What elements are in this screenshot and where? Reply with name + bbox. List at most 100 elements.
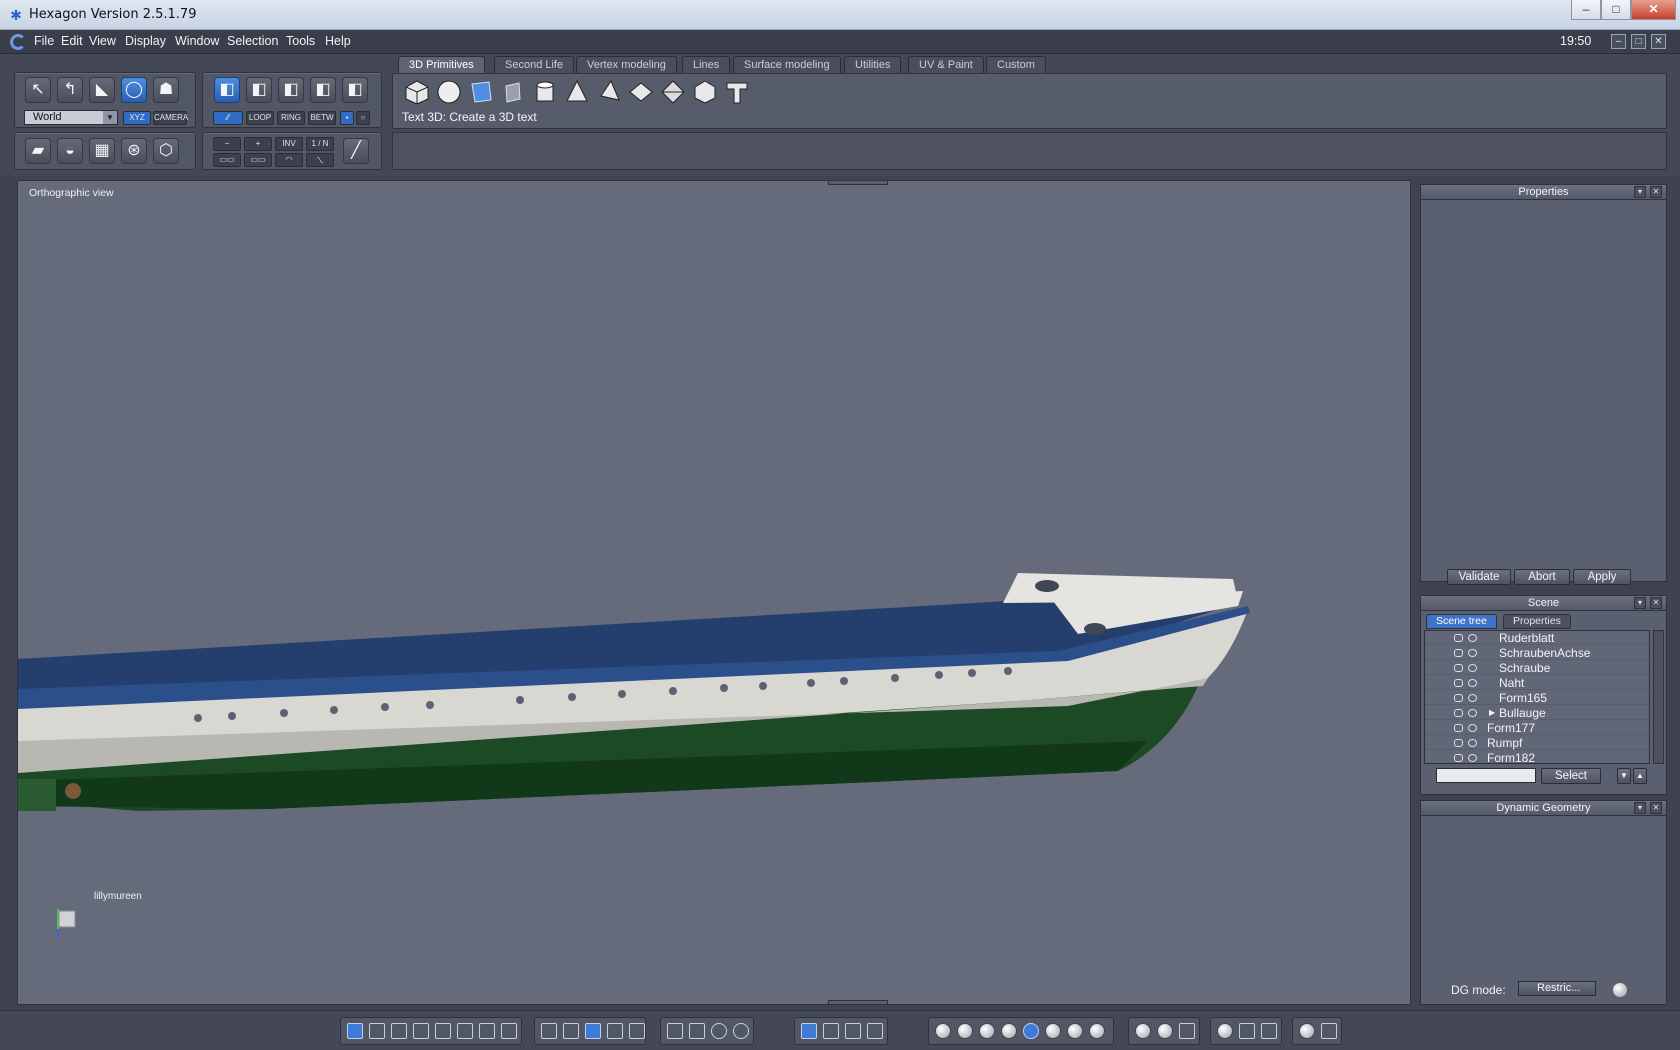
smooth-shading-tool[interactable]: ◒ <box>57 138 83 164</box>
layout-quad-icon[interactable] <box>369 1023 385 1039</box>
drop-view-icon[interactable] <box>867 1023 883 1039</box>
edit-panel-icon[interactable] <box>541 1023 557 1039</box>
mdi-minimize-button[interactable]: – <box>1611 34 1626 49</box>
tab-vertex-modeling[interactable]: Vertex modeling <box>576 56 677 73</box>
bottom-panel-handle[interactable] <box>828 1000 888 1004</box>
loop-button[interactable]: LOOP <box>246 111 274 125</box>
box-icon[interactable] <box>1239 1023 1255 1039</box>
move-view-icon[interactable] <box>845 1023 861 1039</box>
between-button[interactable]: BETW <box>308 111 336 125</box>
lock-icon[interactable] <box>1454 754 1463 762</box>
tab-custom[interactable]: Custom <box>986 56 1046 73</box>
tab-surface-modeling[interactable]: Surface modeling <box>733 56 841 73</box>
chevron-up-icon[interactable]: ▲ <box>1633 768 1647 784</box>
book-icon[interactable] <box>1261 1023 1277 1039</box>
rotate-view-icon[interactable] <box>823 1023 839 1039</box>
select-option-4-button[interactable]: ◝◟ <box>306 153 334 167</box>
hidden-line-sphere-icon[interactable] <box>957 1023 973 1039</box>
3d-viewport[interactable]: Orthographic view lillymureen <box>17 180 1411 1005</box>
menu-edit[interactable]: Edit <box>61 34 83 48</box>
select-tool[interactable]: ↖ <box>25 77 51 103</box>
maximize-button[interactable]: □ <box>1601 0 1631 20</box>
eye-icon[interactable] <box>1468 739 1477 747</box>
wireframe-sphere-icon[interactable] <box>935 1023 951 1039</box>
cone-primitive-icon[interactable] <box>563 78 591 106</box>
gizmo-tool[interactable]: ☗ <box>153 77 179 103</box>
dg-mode-dropdown[interactable]: Restric... <box>1518 981 1596 996</box>
ship-model[interactable] <box>18 181 1411 1005</box>
lock-icon[interactable] <box>1454 664 1463 672</box>
tree-row[interactable]: Schraube <box>1425 661 1649 675</box>
tree-row[interactable]: Form182 <box>1425 751 1649 763</box>
textured-sphere-icon[interactable] <box>1045 1023 1061 1039</box>
plane-primitive-icon[interactable] <box>467 78 495 106</box>
text-3d-primitive-icon[interactable] <box>723 78 751 106</box>
lit-sphere-icon[interactable] <box>1067 1023 1083 1039</box>
lights-icon[interactable] <box>1179 1023 1195 1039</box>
lock-icon[interactable] <box>1454 694 1463 702</box>
eye-icon[interactable] <box>1468 679 1477 687</box>
eye-icon[interactable] <box>1468 649 1477 657</box>
menu-tools[interactable]: Tools <box>286 34 315 48</box>
pan-icon[interactable] <box>689 1023 705 1039</box>
paint-panel-icon[interactable] <box>563 1023 579 1039</box>
flat-shade-sphere-icon[interactable] <box>979 1023 995 1039</box>
panel-menu-icon[interactable]: ▾ <box>1634 597 1646 609</box>
tree-row[interactable]: Rumpf <box>1425 736 1649 750</box>
lasso-select-tool[interactable]: ↰ <box>57 77 83 103</box>
abort-button[interactable]: Abort <box>1514 569 1570 585</box>
eye-icon[interactable] <box>1468 754 1477 762</box>
render-sphere-icon[interactable] <box>1089 1023 1105 1039</box>
tab-lines[interactable]: Lines <box>682 56 731 73</box>
environment-icon[interactable] <box>1217 1023 1233 1039</box>
layout-horizontal-icon[interactable] <box>479 1023 495 1039</box>
lock-icon[interactable] <box>1454 649 1463 657</box>
chevron-down-icon[interactable]: ▼ <box>1617 768 1631 784</box>
frame-all-icon[interactable] <box>667 1023 683 1039</box>
tab-uv-paint[interactable]: UV & Paint <box>908 56 984 73</box>
tree-row[interactable]: SchraubenAchse <box>1425 646 1649 660</box>
table-panel-icon[interactable] <box>607 1023 623 1039</box>
apply-button[interactable]: Apply <box>1573 569 1631 585</box>
tree-row[interactable]: Form165 <box>1425 691 1649 705</box>
invert-selection-button[interactable]: INV <box>275 137 303 151</box>
smooth-shade-sphere-icon[interactable] <box>1001 1023 1017 1039</box>
eye-icon[interactable] <box>1468 634 1477 642</box>
object-mode-button[interactable]: ◧ <box>214 77 240 103</box>
tab-second-life[interactable]: Second Life <box>494 56 575 73</box>
hexagon-logo-icon[interactable] <box>10 34 26 50</box>
minimize-button[interactable]: – <box>1571 0 1601 20</box>
mdi-restore-button[interactable]: □ <box>1631 34 1646 49</box>
tab-scene-properties[interactable]: Properties <box>1503 614 1571 629</box>
grid-plane-primitive-icon[interactable] <box>499 78 527 106</box>
tree-row[interactable]: ▶ Bullauge <box>1425 706 1649 720</box>
camera-snapshot-icon[interactable] <box>1321 1023 1337 1039</box>
render-preview-icon[interactable] <box>1299 1023 1315 1039</box>
lock-toggle[interactable]: ○ <box>356 111 370 125</box>
magnet-select-tool[interactable]: ◯ <box>121 77 147 103</box>
tree-row[interactable]: Form177 <box>1425 721 1649 735</box>
lock-icon[interactable] <box>1454 679 1463 687</box>
select-option-3-button[interactable]: ◜◝ <box>275 153 303 167</box>
axis-view-icon[interactable] <box>801 1023 817 1039</box>
camera-toggle[interactable]: CAMERA <box>153 111 188 125</box>
eye-icon[interactable] <box>1468 709 1477 717</box>
wireframe-toggle[interactable]: ▪ <box>340 111 354 125</box>
pyramid-primitive-icon[interactable] <box>595 78 623 106</box>
zoom-icon[interactable] <box>711 1023 727 1039</box>
select-button[interactable]: Select <box>1541 768 1601 784</box>
wire-sphere-tool[interactable]: ⊛ <box>121 138 147 164</box>
point-mode-button[interactable]: ◧ <box>310 77 336 103</box>
layout-vertical-icon[interactable] <box>501 1023 517 1039</box>
menu-display[interactable]: Display <box>125 34 166 48</box>
layout-three-left-icon[interactable] <box>435 1023 451 1039</box>
dodecahedron-primitive-icon[interactable] <box>691 78 719 106</box>
lock-icon[interactable] <box>1454 724 1463 732</box>
paint-select-tool[interactable]: ◣ <box>89 77 115 103</box>
smooth-wire-sphere-icon[interactable] <box>1023 1023 1039 1039</box>
grid-panel-icon[interactable] <box>585 1023 601 1039</box>
layout-single-icon[interactable] <box>347 1023 363 1039</box>
menu-file[interactable]: File <box>34 34 54 48</box>
close-button[interactable]: ✕ <box>1631 0 1676 20</box>
edge-mode-button[interactable]: ◧ <box>278 77 304 103</box>
